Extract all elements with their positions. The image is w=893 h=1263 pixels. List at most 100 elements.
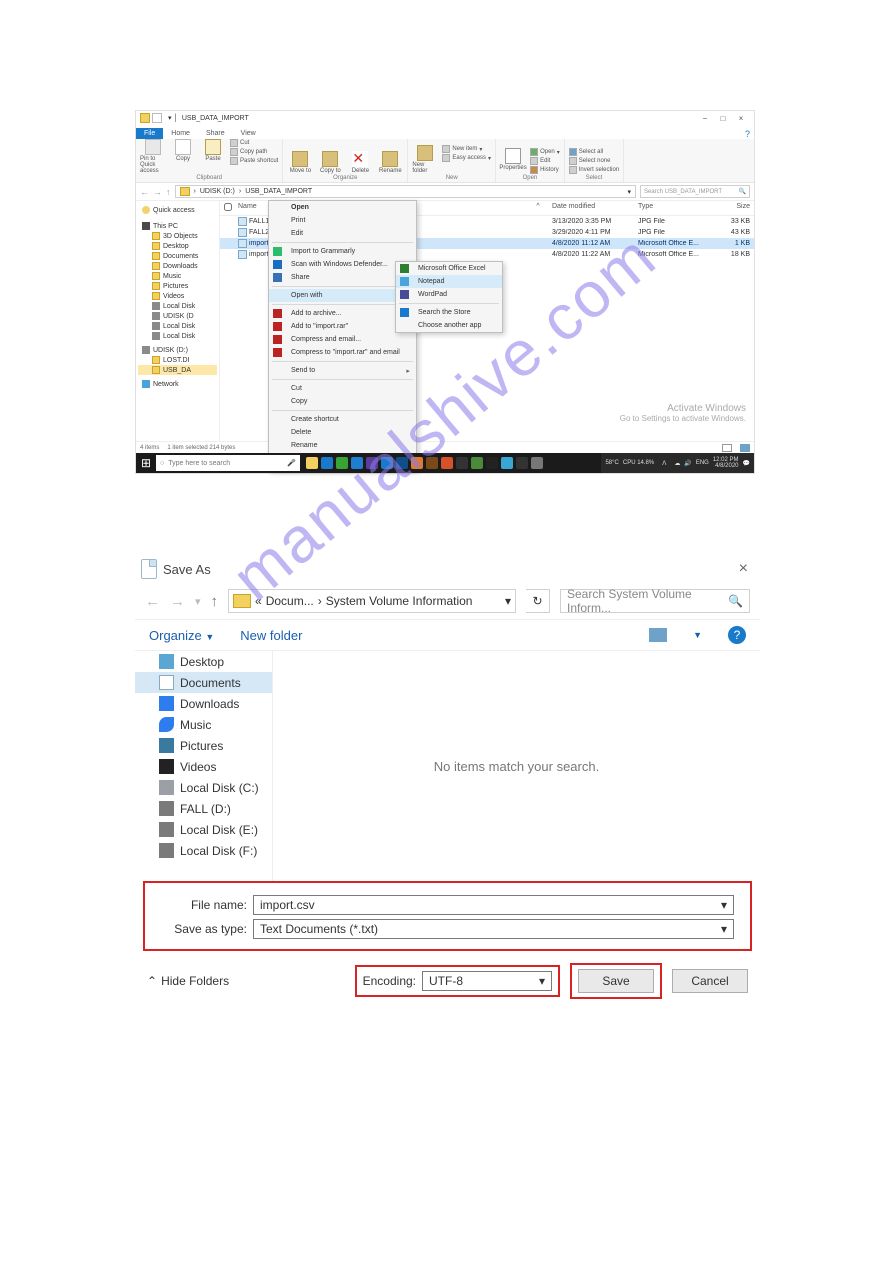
paste-shortcut-icon[interactable] [230, 157, 238, 165]
tab-share[interactable]: Share [198, 128, 233, 139]
tree-item[interactable]: Local Disk (E:) [135, 819, 272, 840]
tree-item[interactable]: Videos [138, 291, 217, 301]
close-button[interactable]: × [733, 560, 754, 578]
menu-item[interactable]: Add to "import.rar" [269, 320, 416, 333]
menu-item[interactable]: Add to archive... [269, 307, 416, 320]
move-to-button[interactable]: Move to [287, 151, 313, 174]
tree-quick-access[interactable]: Quick access [138, 205, 217, 215]
tree-item[interactable]: Downloads [135, 693, 272, 714]
cancel-button[interactable]: Cancel [672, 969, 748, 993]
copy-to-button[interactable]: Copy to [317, 151, 343, 174]
explorer-icon[interactable] [306, 457, 318, 469]
file-name-input[interactable]: import.csv▾ [253, 895, 734, 915]
menu-item[interactable]: Compress to "import.rar" and email [269, 346, 416, 359]
menu-item[interactable]: Print [269, 214, 416, 227]
mic-icon[interactable]: 🎤 [287, 459, 296, 467]
history-icon[interactable] [530, 166, 538, 174]
tree-item[interactable]: Videos [135, 756, 272, 777]
tree-item[interactable]: 3D Objects [138, 231, 217, 241]
invert-icon[interactable] [569, 166, 577, 174]
save-type-select[interactable]: Text Documents (*.txt)▾ [253, 919, 734, 939]
select-all-icon[interactable] [569, 148, 577, 156]
back-button[interactable]: ← [140, 187, 149, 197]
copy-path-icon[interactable] [230, 148, 238, 156]
tree-item[interactable]: FALL (D:) [135, 798, 272, 819]
firefox-icon[interactable] [411, 457, 423, 469]
view-details-icon[interactable] [722, 444, 732, 452]
history-button[interactable]: ▾ [195, 595, 201, 608]
app-icon[interactable] [336, 457, 348, 469]
col-size[interactable]: Size [714, 203, 754, 213]
app-icon[interactable] [501, 457, 513, 469]
tab-home[interactable]: Home [163, 128, 198, 139]
tree-item[interactable]: Documents [135, 672, 272, 693]
path-input[interactable]: « Docum... › System Volume Information ▾ [228, 589, 516, 613]
refresh-button[interactable]: ↻ [526, 589, 550, 613]
edge-icon[interactable] [351, 457, 363, 469]
menu-item[interactable]: Copy [269, 395, 416, 408]
menu-item[interactable]: Search the Store [396, 306, 502, 319]
cut-icon[interactable] [230, 139, 238, 147]
store-icon[interactable] [321, 457, 333, 469]
search-input[interactable]: Search USB_DATA_IMPORT🔍 [640, 185, 750, 198]
help-icon[interactable]: ? [745, 129, 754, 139]
menu-item[interactable]: Rename [269, 439, 416, 452]
tree-item[interactable]: Local Disk [138, 321, 217, 331]
select-none-icon[interactable] [569, 157, 577, 165]
app-icon[interactable] [471, 457, 483, 469]
tree-item[interactable]: Documents [138, 251, 217, 261]
back-button[interactable]: ← [145, 593, 160, 610]
col-date[interactable]: Date modified [548, 203, 634, 213]
search-input[interactable]: Search System Volume Inform... 🔍 [560, 589, 750, 613]
menu-item[interactable]: WordPad [396, 288, 502, 301]
tree-network[interactable]: Network [138, 379, 217, 389]
menu-item[interactable]: Open [269, 201, 416, 214]
new-folder-button[interactable]: New folder [240, 628, 302, 643]
tree-item[interactable]: Pictures [135, 735, 272, 756]
menu-item[interactable]: Choose another app [396, 319, 502, 332]
close-button[interactable]: × [732, 114, 750, 123]
view-large-icon[interactable] [740, 444, 750, 452]
tree-item[interactable]: Local Disk [138, 301, 217, 311]
edit-icon[interactable] [530, 157, 538, 165]
paste-button[interactable]: Paste [200, 139, 226, 162]
app-icon[interactable] [441, 457, 453, 469]
encoding-select[interactable]: UTF-8▾ [422, 971, 552, 991]
app-icon[interactable] [486, 457, 498, 469]
forward-button[interactable]: → [170, 593, 185, 610]
app-icon[interactable] [426, 457, 438, 469]
rename-button[interactable]: Rename [377, 151, 403, 174]
start-button[interactable]: ⊞ [136, 453, 156, 473]
minimize-button[interactable]: − [696, 114, 714, 123]
view-icon[interactable] [649, 628, 667, 642]
organize-button[interactable]: Organize ▼ [149, 628, 214, 643]
notification-icon[interactable]: 💬 [743, 460, 750, 467]
menu-item[interactable]: Send to▸ [269, 364, 416, 377]
app-icon[interactable] [366, 457, 378, 469]
new-folder-button[interactable]: New folder [412, 145, 438, 174]
tab-view[interactable]: View [233, 128, 264, 139]
properties-button[interactable]: Properties [500, 148, 526, 171]
menu-item[interactable]: Open with▸ [269, 289, 416, 302]
up-button[interactable]: ↑ [166, 187, 171, 197]
settings-icon[interactable] [531, 457, 543, 469]
mail-icon[interactable] [381, 457, 393, 469]
taskbar-search[interactable]: ○ Type here to search 🎤 [156, 455, 300, 471]
maximize-button[interactable]: □ [714, 114, 732, 123]
easy-access-icon[interactable] [442, 154, 450, 162]
chevron-down-icon[interactable]: ▾ [721, 898, 727, 912]
delete-button[interactable]: ✕Delete [347, 151, 373, 174]
tree-item[interactable]: Local Disk (F:) [135, 840, 272, 861]
tree-item[interactable]: Music [138, 271, 217, 281]
tree-item[interactable]: Pictures [138, 281, 217, 291]
tree-item[interactable]: Music [135, 714, 272, 735]
copy-button[interactable]: Copy [170, 139, 196, 162]
hide-folders-button[interactable]: ⌃ Hide Folders [147, 974, 229, 988]
menu-item[interactable]: Edit [269, 227, 416, 240]
tree-item[interactable]: Downloads [138, 261, 217, 271]
menu-item[interactable]: Create shortcut [269, 413, 416, 426]
tree-item[interactable]: UDISK (D [138, 311, 217, 321]
menu-item[interactable]: Notepad [396, 275, 502, 288]
tree-item[interactable]: UDISK (D:) [138, 345, 217, 355]
menu-item[interactable]: Share [269, 271, 416, 284]
